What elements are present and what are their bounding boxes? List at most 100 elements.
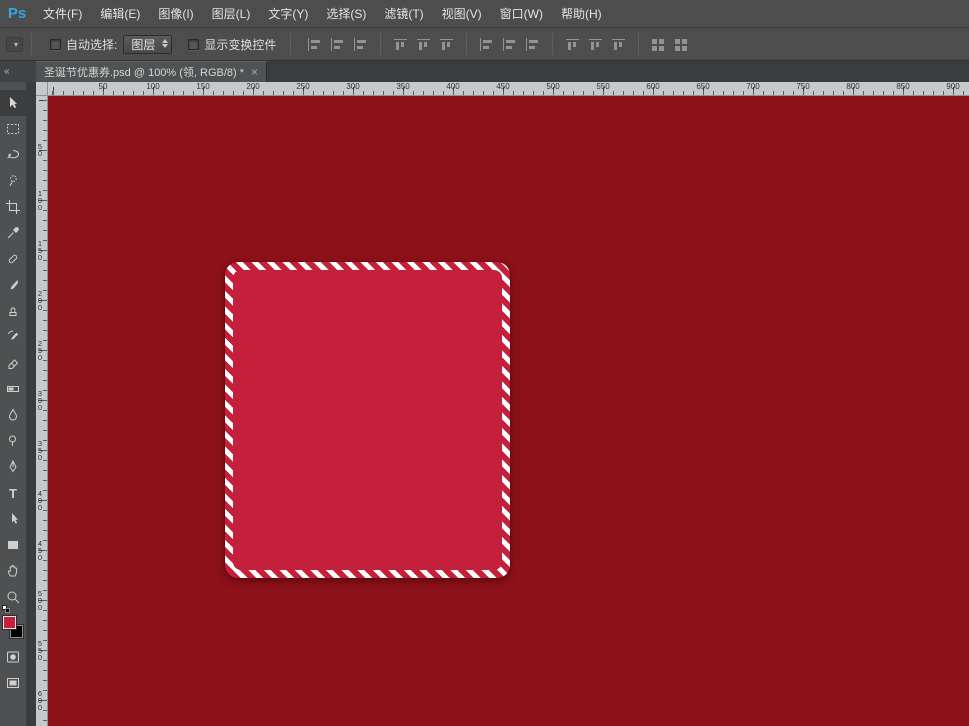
screen-mode-icon: [5, 675, 21, 691]
quick-mask-button[interactable]: [0, 644, 26, 670]
ruler-label: 150: [196, 82, 209, 91]
distribute-right-edges-icon[interactable]: [611, 38, 626, 51]
ruler-label: 700: [746, 82, 759, 91]
distribute-top-edges-icon[interactable]: [479, 38, 494, 51]
menu-item-0[interactable]: 文件(F): [34, 0, 91, 28]
menu-items: 文件(F)编辑(E)图像(I)图层(L)文字(Y)选择(S)滤镜(T)视图(V)…: [34, 0, 611, 28]
lasso-tool[interactable]: [0, 142, 26, 168]
history-brush-tool[interactable]: [0, 324, 26, 350]
icon-group-2: [475, 38, 544, 51]
align-right-edges-icon[interactable]: [439, 38, 454, 51]
ruler-label: 250: [296, 82, 309, 91]
ruler-label: 850: [896, 82, 909, 91]
close-icon[interactable]: ×: [251, 66, 258, 78]
ruler-label: 150: [36, 240, 44, 261]
menu-item-9[interactable]: 帮助(H): [552, 0, 611, 28]
ruler-label: 50: [99, 82, 108, 91]
align-groups: [303, 33, 693, 55]
horizontal-ruler[interactable]: 5010015020025030035040045050055060065070…: [48, 82, 969, 96]
panel-collapse-icon[interactable]: «: [4, 67, 10, 77]
coupon-fill: [233, 270, 502, 570]
ruler-label: 900: [946, 82, 959, 91]
options-bar: ▾ 自动选择: 图层 显示变换控件: [0, 28, 969, 61]
default-colors-icon[interactable]: [2, 605, 11, 614]
auto-select-checkbox[interactable]: [50, 39, 61, 50]
vertical-ruler[interactable]: 50100150200250300350400450500550600: [36, 96, 48, 726]
auto-align-layers-icon[interactable]: [651, 38, 666, 51]
separator: [552, 33, 553, 55]
icon-group-0: [303, 38, 372, 51]
hand-tool[interactable]: [0, 558, 26, 584]
menu-item-5[interactable]: 选择(S): [317, 0, 375, 28]
ruler-label: 100: [146, 82, 159, 91]
crop-tool[interactable]: [0, 194, 26, 220]
eyedropper-tool[interactable]: [0, 220, 26, 246]
icon-group-1: [389, 38, 458, 51]
ruler-label: 450: [36, 540, 44, 561]
ruler-label: 200: [246, 82, 259, 91]
document-tab-title: 圣诞节优惠券.psd @ 100% (领, RGB/8) *: [44, 64, 244, 80]
rectangle-tool[interactable]: [0, 532, 26, 558]
document-tab-bar: 圣诞节优惠券.psd @ 100% (领, RGB/8) * ×: [36, 61, 969, 82]
distribute-vertical-centers-icon[interactable]: [502, 38, 517, 51]
separator: [638, 33, 639, 55]
menu-item-4[interactable]: 文字(Y): [259, 0, 317, 28]
foreground-color-swatch[interactable]: [3, 616, 16, 629]
distribute-left-edges-icon[interactable]: [565, 38, 580, 51]
rectangular-marquee-tool[interactable]: [0, 116, 26, 142]
gradient-tool[interactable]: [0, 376, 26, 402]
align-left-edges-icon[interactable]: [393, 38, 408, 51]
ruler-label: 350: [36, 440, 44, 461]
distribute-bottom-edges-icon[interactable]: [525, 38, 540, 51]
color-swatches: [0, 614, 26, 644]
move-tool[interactable]: [0, 90, 26, 116]
menu-item-1[interactable]: 编辑(E): [91, 0, 149, 28]
show-transform-label: 显示变换控件: [204, 36, 276, 53]
separator: [380, 33, 381, 55]
distribute-horizontal-centers-icon[interactable]: [588, 38, 603, 51]
eraser-tool[interactable]: [0, 350, 26, 376]
menu-item-3[interactable]: 图层(L): [203, 0, 260, 28]
blur-tool[interactable]: [0, 402, 26, 428]
ruler-label: 550: [596, 82, 609, 91]
photoshop-window: Ps 文件(F)编辑(E)图像(I)图层(L)文字(Y)选择(S)滤镜(T)视图…: [0, 0, 969, 726]
spot-healing-brush-tool[interactable]: [0, 246, 26, 272]
document-tab[interactable]: 圣诞节优惠券.psd @ 100% (领, RGB/8) * ×: [36, 61, 267, 82]
brush-tool[interactable]: [0, 272, 26, 298]
separator: [466, 33, 467, 55]
tools-panel-edge: [26, 82, 36, 726]
ruler-label: 50: [36, 143, 44, 157]
tools-panel-header: «: [0, 61, 36, 82]
menu-bar: Ps 文件(F)编辑(E)图像(I)图层(L)文字(Y)选择(S)滤镜(T)视图…: [0, 0, 969, 28]
ruler-label: 300: [346, 82, 359, 91]
spinner-arrows-icon: [162, 39, 168, 48]
dodge-tool[interactable]: [0, 428, 26, 454]
3d-mode-icon[interactable]: [674, 38, 689, 51]
ruler-label: 400: [36, 490, 44, 511]
ruler-label: 350: [396, 82, 409, 91]
menu-item-6[interactable]: 滤镜(T): [375, 0, 432, 28]
quick-selection-tool[interactable]: [0, 168, 26, 194]
clone-stamp-tool[interactable]: [0, 298, 26, 324]
screen-mode-button[interactable]: [0, 670, 26, 696]
ruler-origin[interactable]: [36, 82, 48, 96]
align-vertical-centers-icon[interactable]: [330, 38, 345, 51]
canvas[interactable]: [48, 96, 969, 726]
menu-item-2[interactable]: 图像(I): [149, 0, 202, 28]
horizontal-type-tool[interactable]: T: [0, 480, 26, 506]
align-top-edges-icon[interactable]: [307, 38, 322, 51]
align-horizontal-centers-icon[interactable]: [416, 38, 431, 51]
coupon-graphic: [225, 262, 510, 578]
menu-item-8[interactable]: 窗口(W): [491, 0, 552, 28]
pen-tool[interactable]: [0, 454, 26, 480]
auto-select-target-dropdown[interactable]: 图层: [123, 35, 172, 54]
align-bottom-edges-icon[interactable]: [353, 38, 368, 51]
move-tool-preset[interactable]: ▾: [6, 37, 23, 52]
ruler-label: 200: [36, 290, 44, 311]
show-transform-checkbox[interactable]: [188, 39, 199, 50]
icon-group-3: [561, 38, 630, 51]
ruler-label: 300: [36, 390, 44, 411]
path-selection-tool[interactable]: [0, 506, 26, 532]
menu-item-7[interactable]: 视图(V): [433, 0, 491, 28]
type-tool-icon: T: [9, 486, 17, 501]
